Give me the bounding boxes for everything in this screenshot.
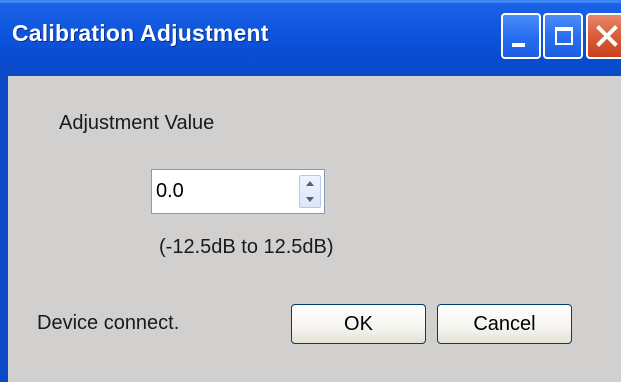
- adjustment-value-spinbox[interactable]: [151, 169, 325, 214]
- close-icon: [596, 25, 618, 47]
- close-button[interactable]: [586, 13, 621, 59]
- spin-up-icon[interactable]: [300, 176, 320, 191]
- title-bar[interactable]: Calibration Adjustment: [0, 0, 621, 76]
- maximize-button[interactable]: [543, 13, 583, 59]
- adjustment-value-input[interactable]: [156, 175, 286, 207]
- title-bar-highlight: [0, 0, 621, 3]
- window-title: Calibration Adjustment: [12, 20, 269, 46]
- ok-button[interactable]: OK: [291, 304, 426, 344]
- minimize-button[interactable]: [501, 13, 541, 59]
- spin-buttons[interactable]: [299, 175, 321, 208]
- device-status: Device connect.: [37, 312, 180, 334]
- maximize-icon: [555, 27, 573, 45]
- calibration-dialog: Calibration Adjustment Adjustment Value …: [0, 0, 621, 382]
- cancel-button[interactable]: Cancel: [437, 304, 572, 344]
- minimize-icon: [512, 43, 525, 47]
- spin-down-icon[interactable]: [300, 192, 320, 207]
- range-hint: (-12.5dB to 12.5dB): [159, 236, 334, 258]
- window-left-border: [0, 76, 8, 382]
- adjustment-value-label: Adjustment Value: [59, 112, 215, 134]
